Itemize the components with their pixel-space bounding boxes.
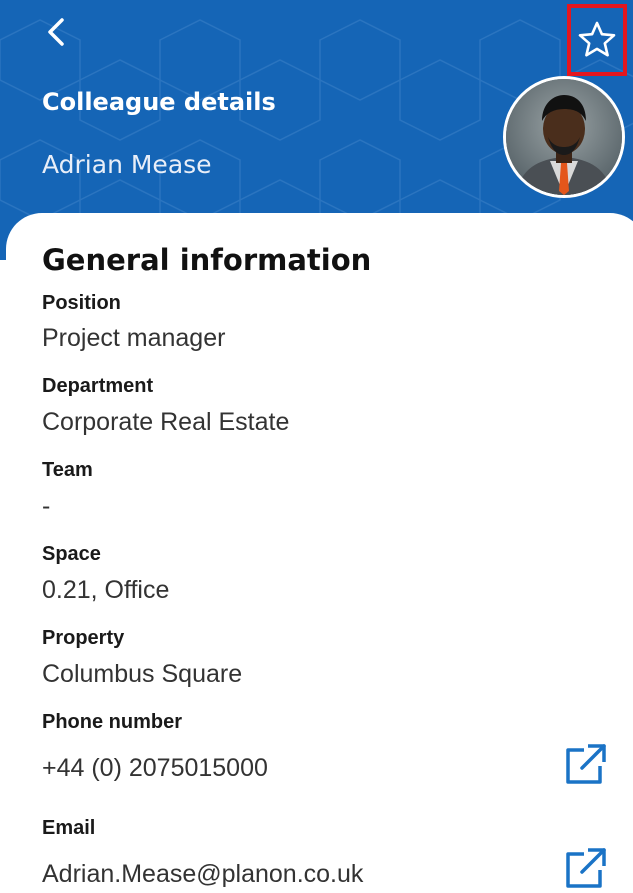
email-value: Adrian.Mease@planon.co.uk: [42, 860, 364, 888]
colleague-name: Adrian Mease: [42, 150, 212, 179]
position-label: Position: [42, 292, 121, 314]
team-label: Team: [42, 459, 93, 481]
space-value: 0.21, Office: [42, 576, 170, 604]
phone-value: +44 (0) 2075015000: [42, 754, 268, 782]
colleague-details-screen: Colleague details Adrian Mease General i…: [0, 0, 633, 893]
property-label: Property: [42, 627, 125, 649]
avatar: [503, 76, 625, 198]
position-value: Project manager: [42, 324, 226, 352]
external-link-icon[interactable]: [562, 846, 608, 892]
chevron-left-icon: [48, 18, 64, 46]
favorite-button[interactable]: [567, 4, 627, 76]
department-label: Department: [42, 375, 154, 397]
section-title: General information: [42, 243, 372, 277]
external-link-icon[interactable]: [562, 742, 608, 788]
property-value: Columbus Square: [42, 660, 243, 688]
email-label: Email: [42, 817, 96, 839]
page-title: Colleague details: [42, 88, 276, 116]
space-label: Space: [42, 543, 101, 565]
star-outline-icon: [578, 21, 616, 57]
avatar-photo: [506, 79, 622, 195]
back-button[interactable]: [36, 12, 76, 52]
team-value: -: [42, 492, 51, 520]
phone-label: Phone number: [42, 711, 183, 733]
department-value: Corporate Real Estate: [42, 408, 290, 436]
